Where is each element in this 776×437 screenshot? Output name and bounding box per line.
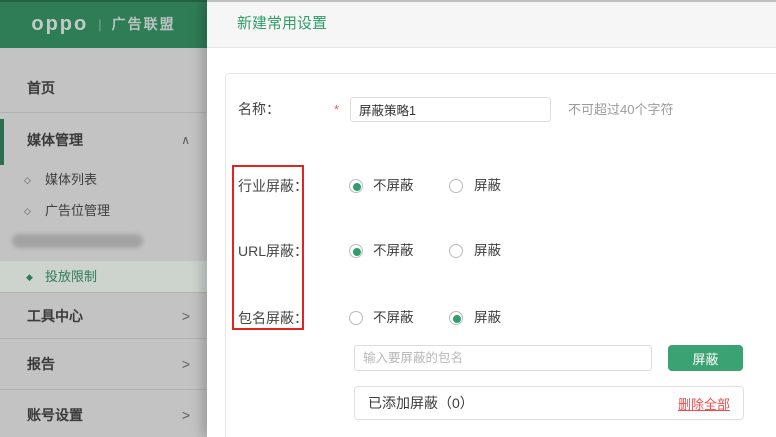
radio-no-block[interactable]	[349, 179, 363, 193]
radio-no-block[interactable]	[349, 311, 363, 325]
package-name-input[interactable]	[354, 345, 652, 371]
sidebar-brand-header: OPPO | 广告联盟	[0, 0, 207, 48]
sidebar-item-home[interactable]: 首页	[0, 74, 207, 102]
sidebar-item-account-settings[interactable]: 账号设置 >	[0, 390, 207, 437]
required-asterisk: *	[334, 102, 340, 117]
diamond-filled-icon: ◆	[26, 272, 33, 282]
diamond-outline-icon: ◇	[24, 175, 31, 185]
radio-no-block-label[interactable]: 不屏蔽	[373, 241, 414, 261]
sidebar-nav: 首页 媒体管理 ∧ ◇ 媒体列表 ◇ 广告位管理 ◆ 投放限制 工具中心 > 报…	[0, 48, 207, 437]
brand-suffix: 广告联盟	[111, 16, 176, 32]
redacted-sidebar-item	[12, 234, 143, 248]
drawer-body: 名称： * 不可超过40个字符 行业屏蔽： 不屏蔽 屏蔽 URL屏蔽：	[207, 48, 776, 437]
added-blocks-box: 已添加屏蔽（0） 删除全部	[354, 386, 744, 420]
window-top-edge	[0, 0, 776, 2]
chevron-right-icon: >	[181, 356, 190, 372]
sidebar-item-tool-center[interactable]: 工具中心 >	[0, 293, 207, 339]
name-label: 名称：	[238, 101, 280, 117]
package-block-row: 包名屏蔽： 不屏蔽 屏蔽	[226, 308, 776, 328]
radio-no-block[interactable]	[349, 244, 363, 258]
chevron-up-icon: ∧	[181, 133, 190, 147]
name-hint: 不可超过40个字符	[568, 102, 674, 117]
radio-block-label[interactable]: 屏蔽	[474, 308, 501, 328]
sidebar-item-report[interactable]: 报告 >	[0, 339, 207, 390]
industry-block-label: 行业屏蔽：	[238, 178, 308, 194]
name-input[interactable]	[350, 97, 551, 122]
radio-block[interactable]	[449, 179, 463, 193]
drawer-header: 新建常用设置	[207, 0, 776, 48]
sidebar-item-delivery-restriction[interactable]: ◆ 投放限制	[0, 261, 207, 293]
brand-separator-icon: |	[98, 16, 102, 32]
chevron-right-icon: >	[181, 308, 190, 324]
chevron-right-icon: >	[181, 407, 190, 423]
oppo-logo: OPPO	[31, 13, 89, 35]
radio-no-block-label[interactable]: 不屏蔽	[373, 176, 414, 196]
settings-drawer: 新建常用设置 名称： * 不可超过40个字符 行业屏蔽： 不屏蔽	[207, 0, 776, 437]
radio-no-block-label[interactable]: 不屏蔽	[373, 308, 414, 328]
diamond-outline-icon: ◇	[24, 206, 31, 216]
sidebar-item-adslot-management[interactable]: ◇ 广告位管理	[0, 197, 207, 225]
sidebar-item-media-list[interactable]: ◇ 媒体列表	[0, 166, 207, 194]
sidebar-divider	[0, 112, 207, 113]
radio-block[interactable]	[449, 311, 463, 325]
app-window: OPPO | 广告联盟 首页 媒体管理 ∧ ◇ 媒体列表 ◇ 广告位管理	[0, 0, 776, 437]
settings-form-card: 名称： * 不可超过40个字符 行业屏蔽： 不屏蔽 屏蔽 URL屏蔽：	[225, 73, 776, 437]
url-block-label: URL屏蔽：	[238, 243, 309, 259]
radio-block-label[interactable]: 屏蔽	[474, 176, 501, 196]
url-block-row: URL屏蔽： 不屏蔽 屏蔽	[226, 241, 776, 261]
name-field-row: 名称： * 不可超过40个字符	[226, 96, 776, 123]
added-blocks-count: 已添加屏蔽（0）	[368, 395, 474, 411]
industry-block-row: 行业屏蔽： 不屏蔽 屏蔽	[226, 176, 776, 196]
radio-block[interactable]	[449, 244, 463, 258]
delete-all-link[interactable]: 删除全部	[678, 394, 730, 413]
radio-block-label[interactable]: 屏蔽	[474, 241, 501, 261]
sidebar-item-media-management[interactable]: 媒体管理 ∧	[0, 126, 207, 154]
package-input-row: 屏蔽	[226, 345, 776, 371]
page-title: 新建常用设置	[237, 15, 328, 32]
block-button[interactable]: 屏蔽	[668, 345, 743, 371]
sidebar: OPPO | 广告联盟 首页 媒体管理 ∧ ◇ 媒体列表 ◇ 广告位管理	[0, 0, 207, 437]
package-block-label: 包名屏蔽：	[238, 310, 308, 326]
